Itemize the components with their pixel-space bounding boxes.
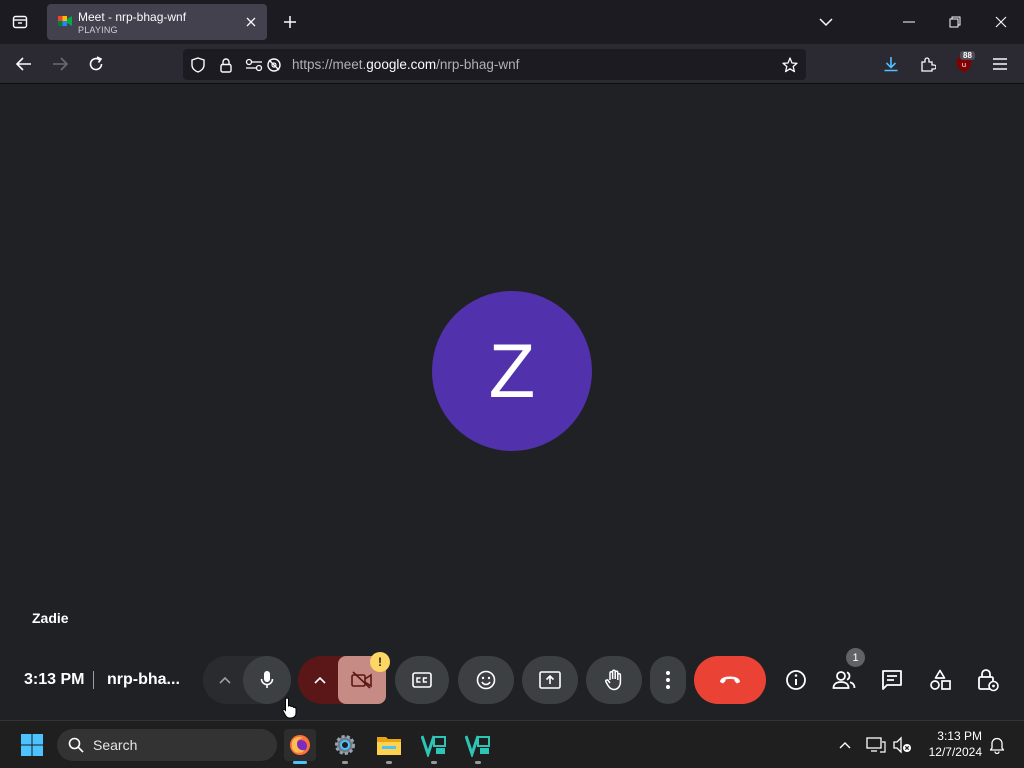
- reactions-button[interactable]: [458, 656, 514, 704]
- tab-close-icon[interactable]: [243, 14, 259, 30]
- taskbar-time[interactable]: 3:13 PM: [920, 729, 982, 743]
- meeting-details-button[interactable]: [782, 666, 810, 694]
- hand-cursor-icon: [282, 697, 298, 721]
- raise-hand-button[interactable]: [586, 656, 642, 704]
- lock-icon[interactable]: [217, 56, 235, 74]
- url-path: /nrp-bhag-wnf: [436, 57, 520, 72]
- taskbar-file-explorer[interactable]: [373, 729, 405, 764]
- svg-text:u: u: [962, 61, 966, 69]
- chevron-up-icon: [314, 676, 326, 684]
- taskbar-firefox[interactable]: [284, 729, 316, 764]
- camera-warning-icon[interactable]: !: [370, 652, 390, 672]
- minimize-icon[interactable]: [897, 10, 921, 34]
- activities-icon: [930, 669, 951, 690]
- tab-status: PLAYING: [78, 25, 118, 35]
- present-button[interactable]: [522, 656, 578, 704]
- firefox-icon: [290, 735, 310, 755]
- browser-nav-bar: https://meet.google.com/nrp-bhag-wnf u 8…: [0, 44, 1024, 84]
- forward-icon[interactable]: [48, 52, 72, 76]
- taskbar-date[interactable]: 12/7/2024: [920, 745, 982, 759]
- chevron-up-icon: [219, 676, 231, 684]
- search-label: Search: [93, 737, 138, 753]
- search-icon: [68, 737, 84, 753]
- folder-icon: [377, 737, 401, 755]
- reload-icon[interactable]: [84, 52, 108, 76]
- meeting-code: nrp-bha...: [107, 671, 180, 688]
- show-hidden-icons-icon[interactable]: [833, 733, 857, 757]
- participant-avatar: Z: [432, 291, 592, 451]
- captions-button[interactable]: [395, 656, 449, 704]
- back-icon[interactable]: [12, 52, 36, 76]
- close-window-icon[interactable]: [989, 10, 1013, 34]
- captions-icon: [412, 672, 432, 688]
- browser-tab-bar: Meet - nrp-bhag-wnf PLAYING: [0, 0, 1024, 44]
- host-controls-button[interactable]: [974, 666, 1002, 694]
- present-screen-icon: [539, 671, 561, 689]
- active-indicator: [293, 761, 307, 764]
- microphone-icon: [260, 671, 274, 688]
- windows-taskbar: Search 3:13 PM 12/7/2024: [0, 720, 1024, 768]
- taskbar-search[interactable]: Search: [57, 729, 277, 761]
- people-count-badge: 1: [846, 648, 865, 667]
- info-divider: [93, 671, 94, 689]
- vision-app-icon: [421, 735, 446, 757]
- url-prefix: https://meet.: [292, 57, 367, 72]
- people-icon: [832, 671, 856, 689]
- restore-icon[interactable]: [943, 10, 967, 34]
- url-text[interactable]: https://meet.google.com/nrp-bhag-wnf: [292, 57, 519, 72]
- permissions-icon[interactable]: [245, 56, 263, 74]
- new-tab-icon[interactable]: [279, 11, 301, 33]
- camera-off-icon: [351, 671, 372, 689]
- extensions-icon[interactable]: [916, 52, 940, 76]
- tab-title: Meet - nrp-bhag-wnf: [78, 10, 187, 24]
- phone-hangup-icon: [720, 676, 740, 684]
- meet-stage: Z Zadie 3:13 PM nrp-bha... ! 1: [0, 85, 1024, 720]
- browser-tab-meet[interactable]: Meet - nrp-bhag-wnf PLAYING: [47, 4, 267, 40]
- url-domain: google.com: [366, 57, 437, 72]
- bookmark-star-icon[interactable]: [781, 56, 799, 74]
- notification-bell-icon[interactable]: [985, 733, 1009, 757]
- list-all-tabs-icon[interactable]: [814, 10, 838, 34]
- camera-options-button[interactable]: [298, 656, 342, 704]
- mic-options-button[interactable]: [203, 656, 247, 704]
- vision-app-icon: [465, 735, 490, 757]
- participant-name: Zadie: [32, 610, 69, 626]
- hand-icon: [605, 669, 622, 691]
- taskbar-settings[interactable]: [329, 729, 361, 764]
- more-options-button[interactable]: [650, 656, 686, 704]
- windows-start-icon[interactable]: [20, 733, 44, 757]
- activities-button[interactable]: [926, 666, 954, 694]
- extension-badge: 88: [960, 51, 975, 60]
- running-indicator: [386, 761, 392, 764]
- taskbar-app-vs-2[interactable]: [462, 729, 494, 764]
- chat-icon: [882, 670, 902, 690]
- running-indicator: [342, 761, 348, 764]
- host-controls-icon: [978, 669, 999, 692]
- emoji-icon: [476, 670, 496, 690]
- running-indicator: [431, 761, 437, 764]
- people-button[interactable]: [830, 666, 858, 694]
- tracking-blocked-icon[interactable]: [265, 56, 283, 74]
- end-call-button[interactable]: [694, 656, 766, 704]
- network-icon[interactable]: [864, 733, 888, 757]
- volume-muted-icon[interactable]: [890, 733, 914, 757]
- info-icon: [786, 670, 806, 690]
- tab-list-icon[interactable]: [8, 10, 32, 34]
- meet-favicon-icon: [58, 14, 72, 28]
- menu-icon[interactable]: [988, 52, 1012, 76]
- settings-gear-icon: [335, 735, 355, 755]
- url-bar[interactable]: https://meet.google.com/nrp-bhag-wnf: [183, 49, 806, 80]
- taskbar-app-vs[interactable]: [418, 729, 450, 764]
- more-vert-icon: [666, 671, 670, 689]
- shield-icon[interactable]: [189, 56, 207, 74]
- meeting-time: 3:13 PM: [24, 671, 85, 688]
- chat-button[interactable]: [878, 666, 906, 694]
- running-indicator: [475, 761, 481, 764]
- downloads-icon[interactable]: [879, 52, 903, 76]
